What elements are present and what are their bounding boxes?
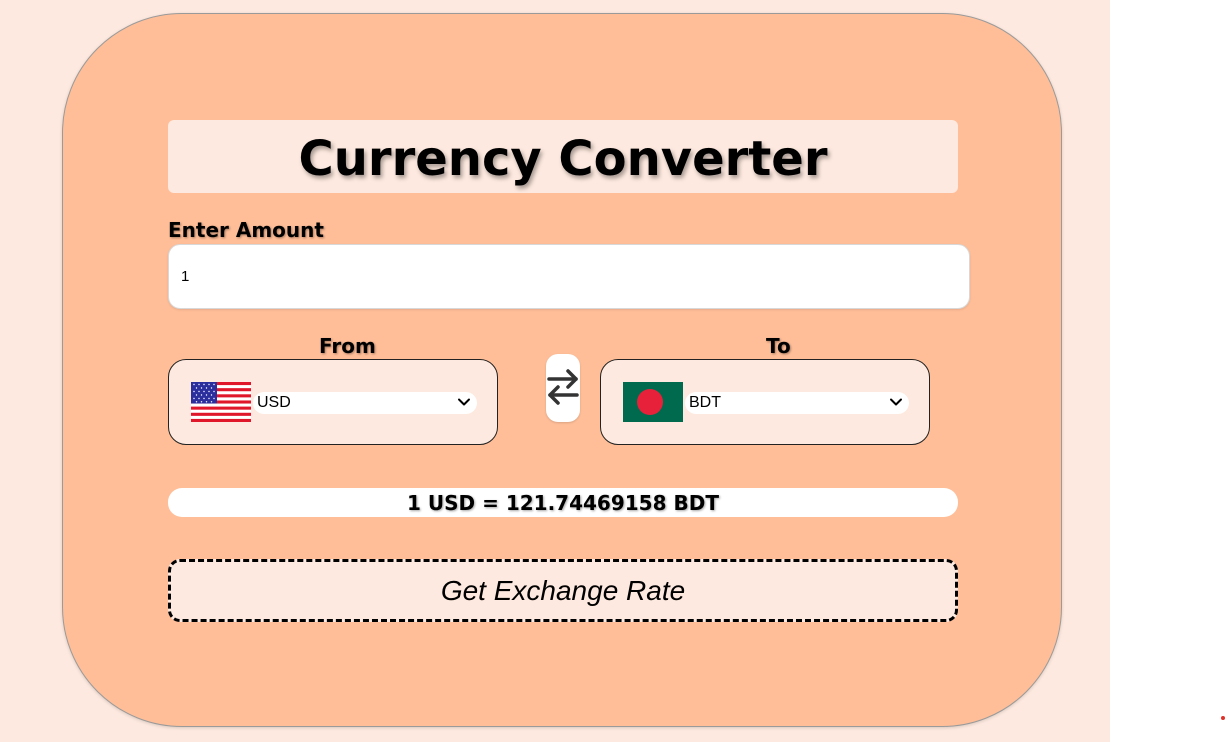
to-currency-container: BDT [600,359,930,445]
get-exchange-rate-button[interactable]: Get Exchange Rate [168,559,958,622]
from-currency-value: USD [257,394,291,411]
title-banner: Currency Converter [168,120,958,193]
swap-currencies-button[interactable] [546,354,580,422]
chevron-down-icon [889,395,903,409]
amount-input[interactable] [168,244,970,309]
to-currency-value: BDT [689,394,721,411]
us-flag-icon [191,382,251,422]
amount-label: Enter Amount [168,218,324,242]
to-label: To [766,334,791,358]
exchange-rate-result: 1 USD = 121.74469158 BDT [168,488,958,517]
bd-flag-icon [623,382,683,422]
from-label: From [319,334,376,358]
swap-arrows-icon [547,369,579,405]
to-currency-select[interactable]: BDT [685,392,909,414]
from-currency-container: USD [168,359,498,445]
from-currency-select[interactable]: USD [253,392,477,414]
chevron-down-icon [457,395,471,409]
red-dot-marker [1221,716,1225,720]
page-title: Currency Converter [298,131,828,187]
